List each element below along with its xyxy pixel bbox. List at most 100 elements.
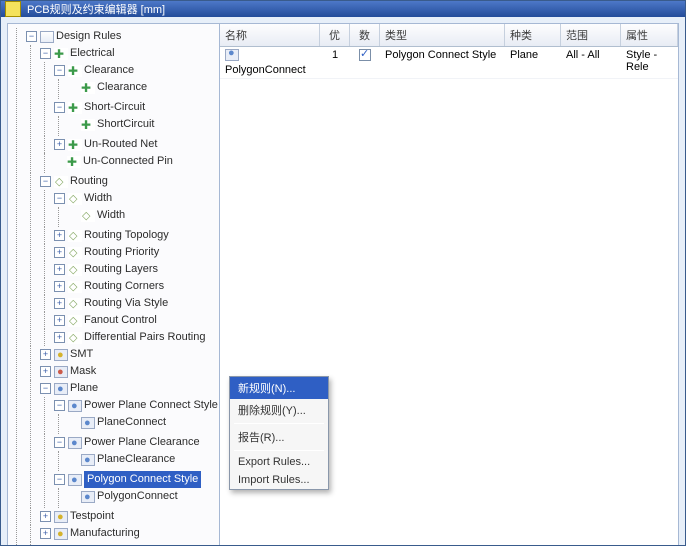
layers-icon xyxy=(68,264,82,276)
menu-separator xyxy=(234,423,324,424)
tree-unconnected-pin[interactable]: Un-Connected Pin xyxy=(52,153,175,170)
col-attributes[interactable]: 属性 xyxy=(621,24,678,46)
smt-icon xyxy=(54,349,68,361)
window-title: PCB规则及约束编辑器 [mm] xyxy=(27,1,165,17)
fanout-icon xyxy=(68,315,82,327)
col-enabled[interactable]: 数 xyxy=(350,24,380,46)
menu-separator xyxy=(234,450,324,451)
corners-icon xyxy=(68,281,82,293)
col-name[interactable]: 名称 xyxy=(220,24,320,46)
tree-manufacturing[interactable]: +Manufacturing xyxy=(38,525,142,542)
tree-short-circuit[interactable]: − Short-Circuit xyxy=(52,99,147,116)
polyconnect-icon xyxy=(68,474,82,486)
expander-icon[interactable]: − xyxy=(54,102,65,113)
shortcircuit-icon xyxy=(68,102,82,114)
tree-width-rule[interactable]: Width xyxy=(66,207,127,224)
unroutednet-icon xyxy=(68,139,82,151)
plane-icon xyxy=(54,383,68,395)
tree-routing[interactable]: − Routing xyxy=(38,173,110,190)
testpoint-icon xyxy=(54,511,68,523)
tree-plane[interactable]: − Plane xyxy=(38,380,100,397)
tree-electrical[interactable]: − Electrical xyxy=(38,45,117,62)
tree-root[interactable]: − Design Rules xyxy=(24,28,123,45)
tree-routing-topology[interactable]: +Routing Topology xyxy=(52,227,171,244)
col-priority[interactable]: 优 xyxy=(320,24,350,46)
tree-clearance[interactable]: − Clearance xyxy=(52,62,136,79)
cell-scope: All - All xyxy=(561,47,621,78)
pcb-rule-editor: PCB规则及约束编辑器 [mm] − Design Rules xyxy=(0,0,686,546)
rule-icon xyxy=(81,491,95,503)
diffpairs-icon xyxy=(68,332,82,344)
grid-body[interactable]: PolygonConnect 1 Polygon Connect Style P… xyxy=(220,47,678,79)
tree-pp-clearance[interactable]: −Power Plane Clearance xyxy=(52,434,202,451)
grid-row[interactable]: PolygonConnect 1 Polygon Connect Style P… xyxy=(220,47,678,79)
cell-category: Plane xyxy=(505,47,561,78)
routing-icon xyxy=(54,176,68,188)
rule-icon xyxy=(81,417,95,429)
menu-new-rule[interactable]: 新规则(N)... xyxy=(230,377,328,399)
tree-panel[interactable]: − Design Rules − Electr xyxy=(8,24,220,546)
tree-unrouted-net[interactable]: + Un-Routed Net xyxy=(52,136,159,153)
manufacturing-icon xyxy=(54,528,68,540)
expander-icon[interactable]: − xyxy=(40,383,51,394)
tree-routing-via-style[interactable]: +Routing Via Style xyxy=(52,295,170,312)
tree-fanout-control[interactable]: +Fanout Control xyxy=(52,312,159,329)
main: − Design Rules − Electr xyxy=(7,23,679,546)
tree-diff-pairs[interactable]: +Differential Pairs Routing xyxy=(52,329,207,346)
tree-testpoint[interactable]: +Testpoint xyxy=(38,508,116,525)
electrical-icon xyxy=(54,48,68,60)
col-type[interactable]: 类型 xyxy=(380,24,505,46)
grid-header[interactable]: 名称 优 数 类型 种类 范围 属性 xyxy=(220,24,678,47)
tree-mask[interactable]: +Mask xyxy=(38,363,98,380)
col-category[interactable]: 种类 xyxy=(505,24,561,46)
tree-routing-corners[interactable]: +Routing Corners xyxy=(52,278,166,295)
rule-icon xyxy=(81,119,95,131)
mask-icon xyxy=(54,366,68,378)
cell-enabled[interactable] xyxy=(350,47,380,78)
viastyle-icon xyxy=(68,298,82,310)
tree-poly-connect[interactable]: −Polygon Connect Style xyxy=(52,471,203,488)
app-icon xyxy=(5,1,21,17)
rule-icon xyxy=(81,210,95,222)
col-scope[interactable]: 范围 xyxy=(561,24,621,46)
tree-poly-connect-rule[interactable]: PolygonConnect xyxy=(66,488,180,505)
tree-pp-connect-rule[interactable]: PlaneConnect xyxy=(66,414,168,431)
context-menu[interactable]: 新规则(N)... 删除规则(Y)... 报告(R)... Export Rul… xyxy=(229,376,329,490)
menu-report[interactable]: 报告(R)... xyxy=(230,426,328,448)
tree-routing-priority[interactable]: +Routing Priority xyxy=(52,244,161,261)
titlebar[interactable]: PCB规则及约束编辑器 [mm] xyxy=(1,1,685,17)
expander-icon[interactable]: − xyxy=(40,176,51,187)
menu-export-rules[interactable]: Export Rules... xyxy=(230,453,328,471)
cell-type: Polygon Connect Style xyxy=(380,47,505,78)
expander-icon[interactable]: + xyxy=(54,139,65,150)
expander-icon[interactable]: − xyxy=(54,65,65,76)
tree-smt[interactable]: +SMT xyxy=(38,346,95,363)
cell-attr: Style - Rele xyxy=(621,47,678,78)
unconnectedpin-icon xyxy=(67,156,81,168)
clearance-icon xyxy=(68,65,82,77)
rule-icon xyxy=(81,82,95,94)
menu-import-rules[interactable]: Import Rules... xyxy=(230,471,328,489)
menu-delete-rule[interactable]: 删除规则(Y)... xyxy=(230,399,328,421)
tree-routing-layers[interactable]: +Routing Layers xyxy=(52,261,160,278)
tree-pp-clearance-rule[interactable]: PlaneClearance xyxy=(66,451,177,468)
body: − Design Rules − Electr xyxy=(1,17,685,546)
tree-pp-connect[interactable]: −Power Plane Connect Style xyxy=(52,397,220,414)
ppclear-icon xyxy=(68,437,82,449)
rules-icon xyxy=(40,31,54,43)
ppconnect-icon xyxy=(68,400,82,412)
check-icon[interactable] xyxy=(359,49,371,61)
topology-icon xyxy=(68,230,82,242)
expander-icon[interactable]: − xyxy=(54,193,65,204)
priority-icon xyxy=(68,247,82,259)
tree-width[interactable]: − Width xyxy=(52,190,114,207)
tree-high-speed[interactable]: +High Speed xyxy=(38,542,130,546)
cell-name: PolygonConnect xyxy=(220,47,320,78)
expander-icon[interactable]: − xyxy=(40,48,51,59)
rule-icon xyxy=(225,49,239,61)
width-icon xyxy=(68,193,82,205)
expander-icon[interactable]: − xyxy=(26,31,37,42)
tree-clearance-rule[interactable]: Clearance xyxy=(66,79,149,96)
rule-icon xyxy=(81,454,95,466)
tree-short-circuit-rule[interactable]: ShortCircuit xyxy=(66,116,156,133)
